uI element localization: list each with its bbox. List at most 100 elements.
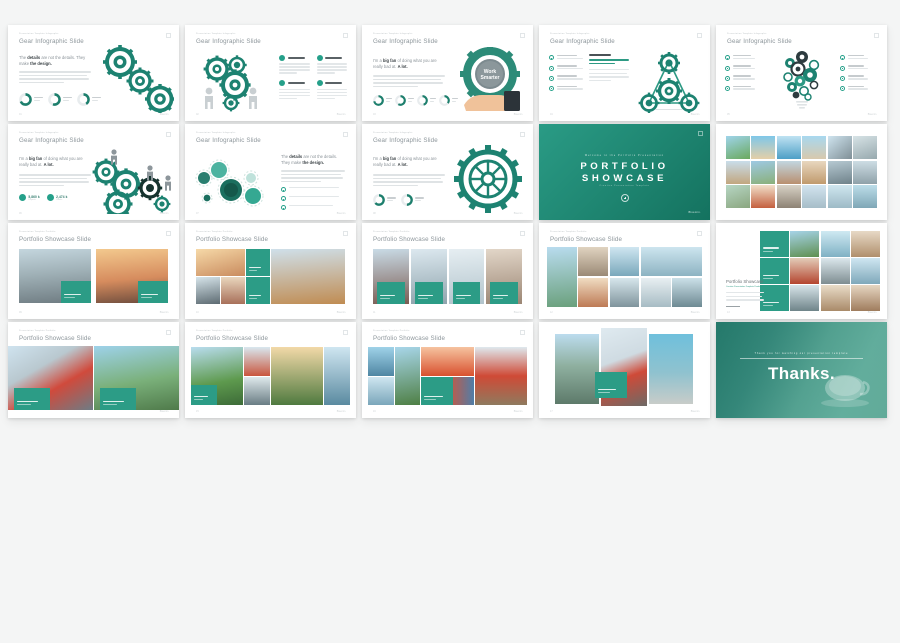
- photo-tile[interactable]: [790, 285, 819, 311]
- bullet-item[interactable]: [725, 75, 755, 81]
- photo-tile[interactable]: [851, 231, 880, 257]
- photo-tile[interactable]: [851, 285, 880, 311]
- photo-tile[interactable]: [821, 258, 850, 284]
- photo-tile[interactable]: [324, 347, 350, 405]
- photo-tile[interactable]: [449, 249, 485, 304]
- photo-tile[interactable]: [672, 278, 702, 307]
- photo-tile[interactable]: [828, 136, 852, 159]
- bullet-item[interactable]: [549, 65, 583, 71]
- option-card[interactable]: [279, 55, 310, 75]
- photo-tile[interactable]: [578, 278, 608, 307]
- photo-tile[interactable]: [802, 136, 826, 159]
- photo-tile[interactable]: [777, 136, 801, 159]
- slide-thumbnail-19[interactable]: 17 Bluemin.: [539, 322, 710, 418]
- bullet-item[interactable]: [281, 187, 339, 192]
- photo-tile[interactable]: [486, 249, 522, 304]
- photo-tile[interactable]: [271, 249, 345, 304]
- photo-tile[interactable]: [96, 249, 168, 303]
- slide-thumbnail-16[interactable]: Presentation Template Portfolio Portfoli…: [8, 322, 179, 418]
- bullet-item[interactable]: [281, 205, 339, 210]
- photo-tile[interactable]: [790, 258, 819, 284]
- photo-tile[interactable]: [777, 161, 801, 184]
- photo-tile[interactable]: [802, 185, 826, 208]
- photo-tile[interactable]: [221, 277, 245, 304]
- photo-tile[interactable]: [726, 161, 750, 184]
- photo-tile[interactable]: [790, 231, 819, 257]
- bullet-item[interactable]: [549, 86, 583, 92]
- photo-tile[interactable]: [547, 247, 577, 307]
- photo-tile[interactable]: [578, 247, 608, 276]
- slide-thumbnail-18[interactable]: Presentation Template Portfolio Portfoli…: [362, 322, 533, 418]
- photo-tile[interactable]: [196, 249, 245, 276]
- slide-thumbnail-5[interactable]: Presentation Template Infographic Gear I…: [716, 25, 887, 121]
- bullet-item[interactable]: [725, 65, 755, 71]
- photo-tile[interactable]: [421, 347, 473, 376]
- bullet-item[interactable]: [840, 65, 868, 71]
- photo-tile[interactable]: [853, 161, 877, 184]
- slide-thumbnail-20[interactable]: Thank you for watching our presentation …: [716, 322, 887, 418]
- bullet-item[interactable]: [549, 75, 583, 81]
- slide-thumbnail-15[interactable]: Portfolio Showcase Creative Presentation…: [716, 223, 887, 319]
- slide-thumbnail-8[interactable]: Presentation Template Infographic Gear I…: [362, 124, 533, 220]
- photo-tile[interactable]: [851, 258, 880, 284]
- option-card[interactable]: [317, 80, 348, 100]
- photo-tile[interactable]: [726, 136, 750, 159]
- photo-tile[interactable]: [421, 377, 473, 406]
- photo-tile[interactable]: [821, 285, 850, 311]
- photo-tile[interactable]: [802, 161, 826, 184]
- slide-thumbnail-7[interactable]: Presentation Template Infographic Gear I…: [185, 124, 356, 220]
- photo-tile[interactable]: [8, 346, 93, 410]
- bullet-item[interactable]: [549, 55, 583, 61]
- photo-tile[interactable]: [411, 249, 447, 304]
- photo-tile[interactable]: [555, 334, 599, 404]
- photo-tile[interactable]: [853, 136, 877, 159]
- slide-thumbnail-13[interactable]: Presentation Template Portfolio Portfoli…: [362, 223, 533, 319]
- photo-tile[interactable]: [649, 334, 693, 404]
- option-card[interactable]: [317, 55, 348, 75]
- photo-tile[interactable]: [475, 347, 527, 405]
- photo-tile[interactable]: [821, 231, 850, 257]
- photo-tile[interactable]: [751, 161, 775, 184]
- photo-tile[interactable]: [777, 185, 801, 208]
- photo-tile[interactable]: [726, 185, 750, 208]
- photo-tile[interactable]: [610, 247, 640, 276]
- bullet-item[interactable]: [840, 75, 868, 81]
- slide-thumbnail-2[interactable]: Presentation Template Infographic Gear I…: [185, 25, 356, 121]
- bullet-item[interactable]: [840, 86, 868, 92]
- photo-tile[interactable]: [641, 247, 702, 276]
- photo-tile[interactable]: [244, 377, 270, 406]
- bullet-item[interactable]: [725, 55, 755, 61]
- photo-tile[interactable]: [271, 347, 323, 405]
- photo-tile[interactable]: [610, 278, 640, 307]
- slide-thumbnail-10[interactable]: [716, 124, 887, 220]
- photo-tile[interactable]: [641, 278, 671, 307]
- bullet-item[interactable]: [725, 86, 755, 92]
- option-card[interactable]: [279, 80, 310, 100]
- photo-tile[interactable]: [751, 136, 775, 159]
- slide-thumbnail-9[interactable]: Welcome to the Portfolio Presentation PO…: [539, 124, 710, 220]
- photo-tile[interactable]: [395, 347, 421, 405]
- slide-thumbnail-12[interactable]: Presentation Template Portfolio Portfoli…: [185, 223, 356, 319]
- photo-tile[interactable]: [368, 347, 394, 376]
- slide-thumbnail-6[interactable]: Presentation Template Infographic Gear I…: [8, 124, 179, 220]
- photo-tile[interactable]: [368, 377, 394, 406]
- slide-thumbnail-3[interactable]: Presentation Template Infographic Gear I…: [362, 25, 533, 121]
- photo-tile[interactable]: [196, 277, 220, 304]
- slide-thumbnail-14[interactable]: Presentation Template Portfolio Portfoli…: [539, 223, 710, 319]
- photo-tile[interactable]: [373, 249, 409, 304]
- bullet-item[interactable]: [281, 196, 339, 201]
- slide-thumbnail-1[interactable]: Presentation Template Infographic Gear I…: [8, 25, 179, 121]
- bullet-item[interactable]: [840, 55, 868, 61]
- photo-tile[interactable]: [828, 161, 852, 184]
- slide-thumbnail-4[interactable]: Presentation Template Infographic Gear I…: [539, 25, 710, 121]
- photo-tile[interactable]: [244, 347, 270, 376]
- photo-tile[interactable]: [853, 185, 877, 208]
- photo-tile[interactable]: [19, 249, 91, 303]
- photo-tile[interactable]: [751, 185, 775, 208]
- slide-thumbnail-11[interactable]: Presentation Template Portfolio Portfoli…: [8, 223, 179, 319]
- photo-tile[interactable]: [94, 346, 179, 410]
- photo-caption: [415, 282, 443, 304]
- photo-tile[interactable]: [828, 185, 852, 208]
- slide-thumbnail-17[interactable]: Presentation Template Portfolio Portfoli…: [185, 322, 356, 418]
- photo-tile[interactable]: [191, 347, 243, 405]
